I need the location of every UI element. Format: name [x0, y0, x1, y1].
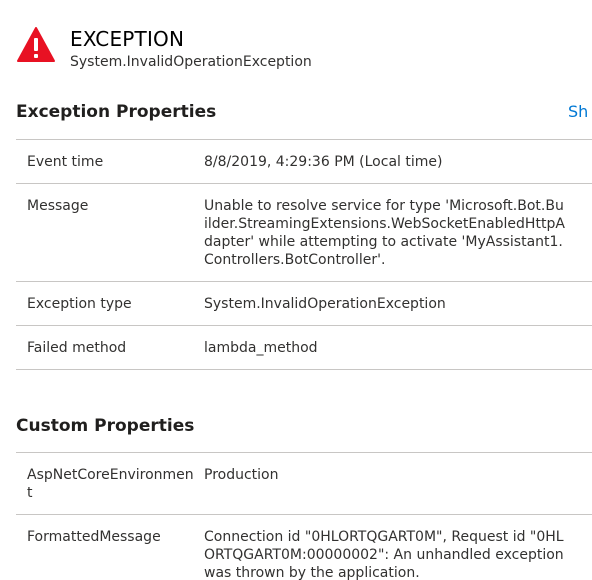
header-text: EXCEPTION System.InvalidOperationExcepti…	[70, 26, 312, 71]
property-key: FormattedMessage	[27, 529, 161, 545]
exception-properties-title: Exception Properties	[16, 102, 217, 122]
property-value: Connection id "0HLORTQGART0M", Request i…	[204, 529, 564, 580]
property-value: 8/8/2019, 4:29:36 PM (Local time)	[204, 154, 443, 170]
property-row-aspnetcore-environment: AspNetCoreEnvironment Production	[16, 453, 592, 515]
exception-title: EXCEPTION	[70, 27, 185, 51]
warning-triangle-icon	[17, 27, 55, 62]
property-row-failed-method: Failed method lambda_method	[16, 326, 592, 370]
show-more-link[interactable]: Sh	[568, 102, 588, 121]
custom-properties-table: AspNetCoreEnvironment Production Formatt…	[16, 452, 592, 580]
property-key: Event time	[27, 154, 104, 170]
property-value: lambda_method	[204, 340, 318, 356]
property-value: Production	[204, 467, 279, 483]
property-key: AspNetCoreEnvironment	[27, 467, 194, 501]
exception-type-subtitle: System.InvalidOperationException	[70, 54, 312, 70]
property-row-formatted-message: FormattedMessage Connection id "0HLORTQG…	[16, 515, 592, 580]
property-key: Message	[27, 198, 89, 214]
property-value: Unable to resolve service for type 'Micr…	[204, 198, 565, 268]
property-key: Failed method	[27, 340, 127, 356]
property-row-message: Message Unable to resolve service for ty…	[16, 184, 592, 282]
property-row-event-time: Event time 8/8/2019, 4:29:36 PM (Local t…	[16, 140, 592, 184]
exception-header: EXCEPTION System.InvalidOperationExcepti…	[16, 26, 312, 71]
property-row-exception-type: Exception type System.InvalidOperationEx…	[16, 282, 592, 326]
custom-properties-title: Custom Properties	[16, 416, 195, 436]
property-key: Exception type	[27, 296, 132, 312]
exception-details-panel: EXCEPTION System.InvalidOperationExcepti…	[0, 0, 592, 580]
exception-properties-table: Event time 8/8/2019, 4:29:36 PM (Local t…	[16, 139, 592, 370]
property-value: System.InvalidOperationException	[204, 296, 446, 312]
